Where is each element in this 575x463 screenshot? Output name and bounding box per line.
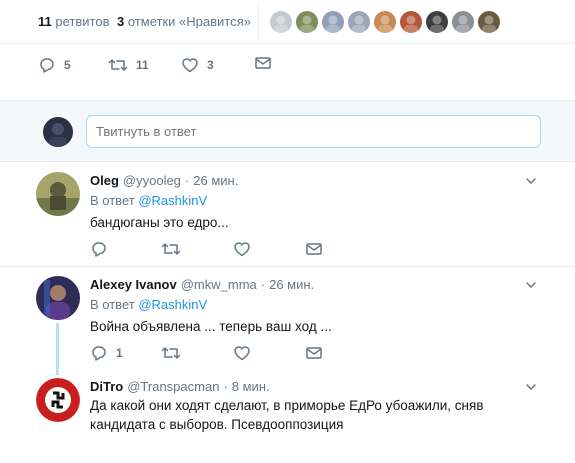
author-name[interactable]: Alexey Ivanov [90, 277, 177, 292]
heart-icon [234, 346, 250, 361]
stats-divider [258, 4, 259, 40]
reply-composer [0, 100, 575, 162]
liker-avatar-9[interactable] [478, 11, 500, 33]
retweet-count: 11 [136, 58, 149, 72]
author-handle[interactable]: @Transpacman [127, 379, 219, 394]
chevron-down-icon[interactable] [525, 279, 537, 291]
reply-context: В ответ @RashkinV [90, 297, 207, 312]
tweet-header: DiTro @Transpacman · 8 мин. [90, 379, 270, 394]
reply-count: 1 [116, 346, 123, 360]
reply-button[interactable] [90, 240, 108, 258]
reply-context-prefix: В ответ [90, 193, 135, 208]
author-handle[interactable]: @yyooleg [123, 173, 181, 188]
tweet-text: Война объявлена ... теперь ваш ход ... [90, 319, 332, 334]
reply-button[interactable]: 1 [90, 344, 123, 362]
reply-context: В ответ @RashkinV [90, 193, 207, 208]
author-name[interactable]: Oleg [90, 173, 119, 188]
liker-avatar-4[interactable] [348, 11, 370, 33]
liker-avatar-5[interactable] [374, 11, 396, 33]
author-handle[interactable]: @mkw_mma [181, 277, 257, 292]
likes-count: 3 [117, 14, 125, 29]
avatar[interactable] [36, 378, 80, 422]
like-button[interactable] [233, 240, 251, 258]
reply-mention-link[interactable]: @RashkinV [138, 193, 207, 208]
reply-tweet-oleg[interactable]: Oleg @yyooleg · 26 мин. В ответ @RashkinV б… [0, 163, 575, 267]
retweet-button[interactable] [161, 240, 181, 258]
like-button[interactable]: 3 [181, 56, 214, 74]
retweet-button[interactable] [161, 344, 181, 362]
avatar[interactable] [36, 172, 80, 216]
likes-stat-link[interactable]: 3 отметки «Нравится» [117, 14, 251, 29]
envelope-icon [255, 57, 271, 69]
thread-connector-line [56, 323, 59, 375]
tweet-header: Alexey Ivanov @mkw_mma · 26 мин. [90, 277, 314, 292]
retweets-stat-link[interactable]: 11 ретвитов [38, 14, 109, 29]
retweet-icon [108, 59, 128, 71]
heart-icon [182, 58, 198, 73]
direct-message-button[interactable] [306, 242, 322, 256]
liker-avatar-2[interactable] [296, 11, 318, 33]
tweet-time[interactable]: 26 мин. [269, 277, 314, 292]
reply-mention-link[interactable]: @RashkinV [138, 297, 207, 312]
like-button[interactable] [233, 344, 251, 362]
liker-avatar-1[interactable] [270, 11, 292, 33]
retweet-icon [161, 347, 181, 359]
reply-tweet-alexey-ivanov[interactable]: Alexey Ivanov @mkw_mma · 26 мин. В ответ @R… [0, 267, 575, 463]
separator-dot: · [184, 173, 190, 188]
liker-avatar-6[interactable] [400, 11, 422, 33]
reply-icon [40, 58, 54, 73]
retweet-icon [161, 243, 181, 255]
reply-button[interactable]: 5 [38, 56, 71, 74]
liker-avatar-8[interactable] [452, 11, 474, 33]
liker-avatar-7[interactable] [426, 11, 448, 33]
tweet-text: Да какой они ходят сделают, в приморье Е… [90, 398, 484, 432]
author-name[interactable]: DiTro [90, 379, 123, 394]
reply-icon [92, 346, 106, 361]
like-count: 3 [207, 58, 214, 72]
reply-count: 5 [64, 58, 71, 72]
heart-icon [234, 242, 250, 257]
chevron-down-icon[interactable] [525, 175, 537, 187]
current-user-avatar [43, 117, 73, 147]
tweet-header: Oleg @yyooleg · 26 мин. [90, 173, 238, 188]
tweet-text: бандюганы это едро... [90, 215, 229, 230]
avatar[interactable] [36, 276, 80, 320]
reply-input[interactable] [86, 115, 541, 148]
reply-icon [92, 242, 106, 257]
main-tweet-actions: 5 11 3 [0, 44, 575, 100]
tweet-time[interactable]: 8 мин. [232, 379, 270, 394]
separator-dot: · [260, 277, 266, 292]
separator-dot: · [223, 379, 228, 394]
retweet-button[interactable]: 11 [108, 56, 149, 74]
tweet-stats-bar: 11 ретвитов 3 отметки «Нравится» [0, 0, 575, 44]
direct-message-button[interactable] [306, 346, 322, 360]
liker-avatar-3[interactable] [322, 11, 344, 33]
direct-message-button[interactable] [255, 56, 271, 70]
envelope-icon [306, 243, 322, 255]
likes-label: отметки «Нравится» [127, 14, 251, 29]
envelope-icon [306, 347, 322, 359]
chevron-down-icon[interactable] [525, 381, 537, 393]
retweets-label: ретвитов [55, 14, 110, 29]
tweet-time[interactable]: 26 мин. [193, 173, 238, 188]
reply-context-prefix: В ответ [90, 297, 135, 312]
retweets-count: 11 [38, 14, 52, 29]
